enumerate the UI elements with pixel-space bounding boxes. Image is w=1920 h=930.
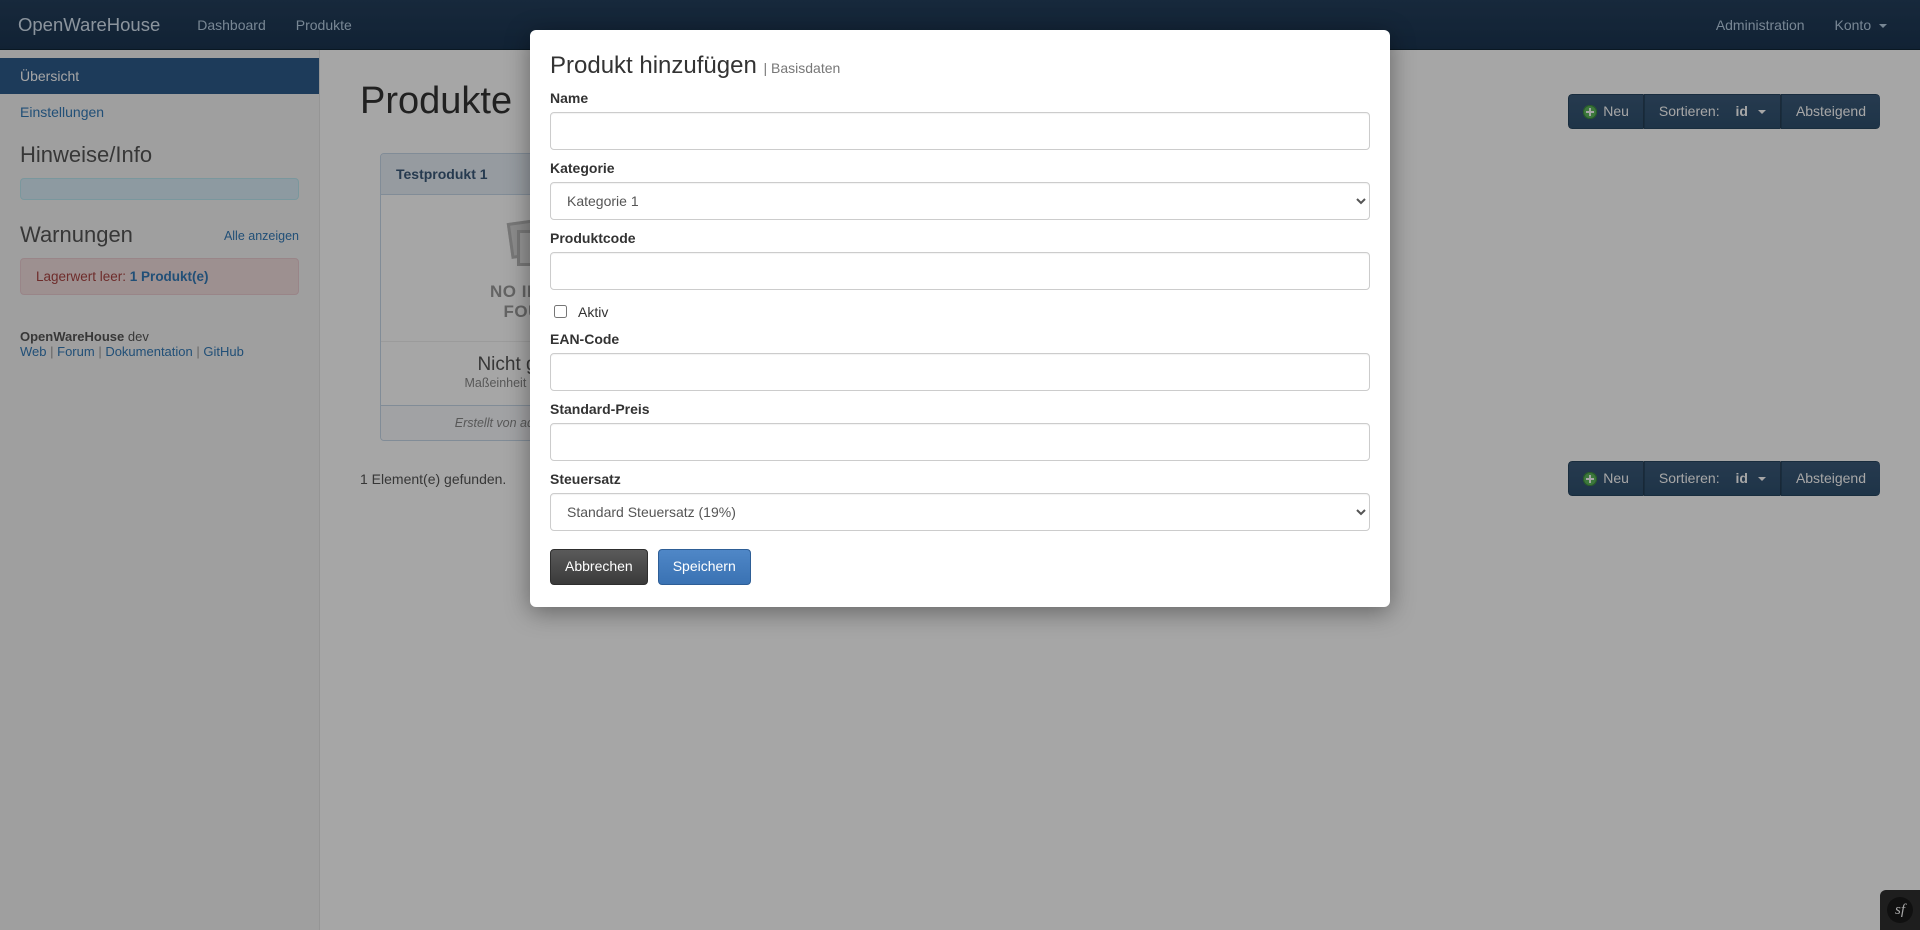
productcode-input[interactable] [550,252,1370,290]
modal-title: Produkt hinzufügen | Basisdaten [550,52,1370,80]
save-button[interactable]: Speichern [658,549,751,585]
label-price: Standard-Preis [550,401,1370,417]
add-product-modal: Produkt hinzufügen | Basisdaten Name Kat… [530,30,1390,607]
label-productcode: Produktcode [550,230,1370,246]
label-active: Aktiv [578,304,608,320]
label-ean: EAN-Code [550,331,1370,347]
label-name: Name [550,90,1370,106]
price-input[interactable] [550,423,1370,461]
tax-select[interactable]: Standard Steuersatz (19%) [550,493,1370,531]
modal-subtitle: | Basisdaten [763,60,840,76]
ean-input[interactable] [550,353,1370,391]
label-tax: Steuersatz [550,471,1370,487]
category-select[interactable]: Kategorie 1 [550,182,1370,220]
cancel-button[interactable]: Abbrechen [550,549,648,585]
name-input[interactable] [550,112,1370,150]
label-category: Kategorie [550,160,1370,176]
active-checkbox[interactable] [554,305,567,318]
